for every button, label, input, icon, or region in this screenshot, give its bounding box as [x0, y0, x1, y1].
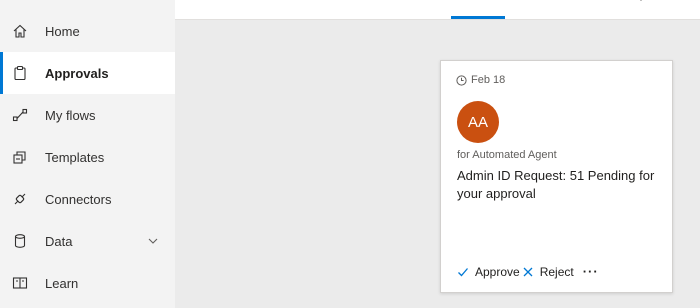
sidebar-item-home[interactable]: Home: [0, 10, 175, 52]
sidebar-item-label: Connectors: [45, 191, 112, 207]
sidebar-item-label: My flows: [45, 107, 96, 123]
sidebar-item-connectors[interactable]: Connectors: [0, 178, 175, 220]
clipboard-icon: [12, 65, 28, 81]
close-icon: [523, 267, 533, 276]
card-date-text: Feb 18: [471, 74, 506, 86]
topbar-cutoff-glyph: [640, 0, 642, 1]
more-options-button[interactable]: ···: [583, 264, 599, 279]
templates-icon: [12, 149, 28, 165]
requester-text: for Automated Agent: [457, 149, 557, 161]
card-title: Admin ID Request: 51 Pending for your ap…: [457, 168, 655, 201]
top-bar: [175, 0, 700, 20]
database-icon: [12, 233, 28, 249]
approve-label: Approve: [475, 264, 520, 279]
sidebar-item-my-flows[interactable]: My flows: [0, 94, 175, 136]
clock-icon: [456, 74, 467, 86]
reject-label: Reject: [539, 264, 574, 279]
sidebar-item-learn[interactable]: Learn: [0, 262, 175, 304]
sidebar-item-data[interactable]: Data: [0, 220, 175, 262]
sidebar: Home Approvals My flows Templates Connec…: [0, 0, 175, 308]
sidebar-item-label: Data: [45, 233, 73, 249]
card-date: Feb 18: [456, 74, 505, 86]
card-actions: Approve Reject ···: [457, 264, 599, 279]
sidebar-item-label: Templates: [45, 149, 105, 165]
approval-card[interactable]: Feb 18 AA for Automated Agent Admin ID R…: [440, 60, 673, 293]
sidebar-item-templates[interactable]: Templates: [0, 136, 175, 178]
sidebar-item-label: Learn: [45, 275, 79, 291]
reject-button[interactable]: Reject: [522, 265, 574, 279]
chevron-down-icon[interactable]: [147, 235, 159, 247]
approve-button[interactable]: Approve: [457, 265, 520, 279]
home-icon: [12, 23, 28, 39]
checkmark-icon: [458, 267, 468, 276]
sidebar-item-label: Approvals: [45, 65, 109, 81]
flow-icon: [12, 107, 28, 123]
book-icon: [12, 275, 28, 291]
more-options-icon: ···: [582, 264, 599, 279]
avatar: AA: [457, 101, 499, 143]
sidebar-item-approvals[interactable]: Approvals: [0, 52, 175, 94]
active-tab-indicator: [451, 16, 505, 19]
sidebar-item-label: Home: [45, 23, 80, 39]
connector-icon: [12, 191, 28, 207]
